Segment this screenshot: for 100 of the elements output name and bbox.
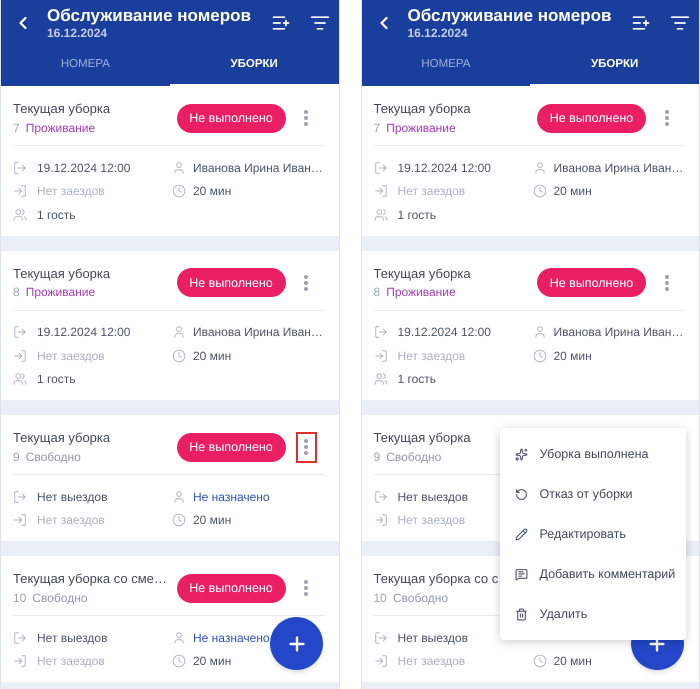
kebab-icon (304, 274, 308, 290)
comment-icon (514, 568, 528, 580)
departure-text: 19.12.2024 12:00 (37, 324, 130, 340)
room-number: 8 (374, 284, 380, 300)
sparkles-icon (514, 448, 528, 460)
tab[interactable]: НОМЕРА (1, 46, 170, 86)
arrival-text: Нет заездов (37, 512, 105, 528)
departure-text: Нет выездов (398, 630, 468, 646)
arrival-text: Нет заездов (37, 653, 105, 670)
more-button[interactable] (296, 432, 316, 462)
pencil-icon (514, 528, 528, 540)
people-icon (13, 208, 27, 222)
people-icon (374, 208, 388, 222)
kebab-icon (304, 580, 308, 596)
person-icon (172, 490, 186, 504)
duration-text: 20 мин (193, 183, 232, 200)
status-chip[interactable]: Не выполнено (537, 268, 646, 297)
person-icon (532, 325, 546, 340)
person-icon (532, 160, 546, 175)
guest-count: 1 гость (398, 371, 436, 388)
room-number: 7 (13, 120, 20, 136)
enter-arrow-icon (374, 184, 388, 198)
menu-item[interactable]: Добавить комментарий (500, 554, 686, 594)
person-icon (172, 325, 186, 340)
room-status: Проживание (386, 284, 456, 300)
departure-text: 19.12.2024 12:00 (37, 160, 130, 176)
menu-item[interactable]: Редактировать (500, 514, 686, 554)
kebab-icon (664, 110, 668, 126)
arrival-text: Нет заездов (398, 348, 466, 364)
assignee-name: Иванова Ирина Иван… (193, 160, 323, 176)
task-title: Текущая уборка со сме… (13, 570, 167, 588)
screen-title: Обслуживание номеров (408, 6, 612, 26)
assignee-name: Иванова Ирина Иван… (554, 324, 684, 340)
task-title: Текущая уборка (374, 264, 471, 282)
departure-text: 19.12.2024 12:00 (398, 324, 491, 340)
kebab-icon (304, 110, 308, 126)
room-number: 9 (374, 448, 380, 464)
status-chip[interactable]: Не выполнено (176, 104, 286, 132)
menu-item[interactable]: Уборка выполнена (500, 434, 686, 474)
status-chip[interactable]: Не выполнено (537, 104, 646, 132)
status-chip[interactable]: Не выполнено (176, 574, 286, 602)
departure-text: 19.12.2024 12:00 (398, 160, 491, 176)
guest-count: 1 гость (37, 371, 76, 388)
circular-arrow-icon (514, 488, 528, 500)
room-number: 7 (374, 120, 380, 136)
duration-text: 20 мин (193, 653, 232, 670)
task-title: Текущая уборка (13, 264, 110, 282)
person-icon (172, 160, 186, 175)
room-number: 9 (13, 448, 20, 464)
guest-count: 1 гость (37, 206, 76, 223)
room-status: Проживание (386, 120, 456, 136)
room-status: Свободно (26, 448, 81, 464)
tab[interactable]: НОМЕРА (362, 46, 530, 86)
clock-icon (532, 654, 546, 668)
assignee-name: Иванова Ирина Иван… (554, 160, 684, 176)
screen-title: Обслуживание номеров (47, 6, 251, 26)
people-icon (374, 372, 388, 386)
screen-date: 16.12.2024 (47, 26, 108, 40)
departure-text: Нет выездов (37, 630, 108, 646)
task-title: Текущая уборка со с (374, 570, 498, 588)
status-chip[interactable]: Не выполнено (176, 432, 286, 462)
clock-icon (172, 184, 186, 198)
menu-item[interactable]: Удалить (500, 594, 686, 634)
room-status: Проживание (26, 120, 96, 136)
clock-icon (532, 348, 546, 363)
room-number: 8 (13, 284, 20, 300)
clock-icon (172, 348, 186, 363)
clock-icon (172, 654, 186, 668)
enter-arrow-icon (13, 348, 27, 363)
arrival-text: Нет заездов (398, 512, 466, 528)
clock-icon (532, 184, 546, 198)
task-title: Текущая уборка (374, 100, 471, 118)
duration-text: 20 мин (193, 512, 232, 528)
departure-text: Нет выездов (37, 488, 108, 505)
task-title: Текущая уборка (13, 429, 110, 447)
enter-arrow-icon (374, 348, 388, 363)
assignee-name: Не назначено (193, 630, 270, 646)
screen-date: 16.12.2024 (408, 26, 468, 40)
assignee-name: Иванова Ирина Иван… (193, 324, 323, 340)
task-title: Текущая уборка (374, 429, 471, 447)
enter-arrow-icon (374, 654, 388, 668)
enter-arrow-icon (13, 513, 27, 528)
arrival-text: Нет заездов (37, 183, 105, 200)
duration-text: 20 мин (554, 183, 592, 200)
arrival-text: Нет заездов (37, 348, 105, 364)
room-status: Свободно (392, 590, 448, 606)
room-number: 10 (374, 590, 387, 606)
person-icon (172, 630, 186, 645)
room-status: Свободно (386, 448, 442, 464)
duration-text: 20 мин (554, 348, 592, 364)
status-chip[interactable]: Не выполнено (176, 268, 286, 297)
task-title: Текущая уборка (13, 100, 110, 118)
departure-text: Нет выездов (398, 488, 468, 505)
clock-icon (172, 513, 186, 528)
menu-item[interactable]: Отказ от уборки (500, 474, 686, 514)
duration-text: 20 мин (193, 348, 232, 364)
enter-arrow-icon (374, 513, 388, 528)
arrival-text: Нет заездов (398, 183, 466, 200)
room-number: 10 (13, 590, 26, 606)
trash-icon (514, 608, 528, 620)
